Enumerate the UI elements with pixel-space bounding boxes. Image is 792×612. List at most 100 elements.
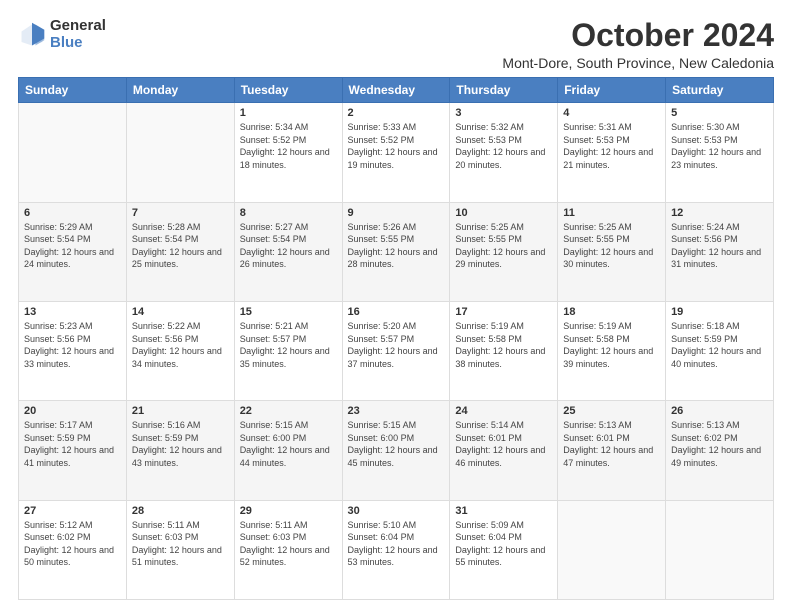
calendar-cell: 20 Sunrise: 5:17 AMSunset: 5:59 PMDayligh…: [19, 401, 127, 500]
day-info: Sunrise: 5:34 AMSunset: 5:52 PMDaylight:…: [240, 121, 337, 171]
day-info: Sunrise: 5:27 AMSunset: 5:54 PMDaylight:…: [240, 221, 337, 271]
day-info: Sunrise: 5:19 AMSunset: 5:58 PMDaylight:…: [455, 320, 552, 370]
day-info: Sunrise: 5:15 AMSunset: 6:00 PMDaylight:…: [348, 419, 445, 469]
calendar-cell: 25 Sunrise: 5:13 AMSunset: 6:01 PMDayligh…: [558, 401, 666, 500]
day-number: 18: [563, 306, 660, 318]
day-number: 9: [348, 207, 445, 219]
calendar-week-4: 20 Sunrise: 5:17 AMSunset: 5:59 PMDayligh…: [19, 401, 774, 500]
calendar-cell: 4 Sunrise: 5:31 AMSunset: 5:53 PMDaylight…: [558, 103, 666, 202]
day-number: 30: [348, 505, 445, 517]
day-info: Sunrise: 5:20 AMSunset: 5:57 PMDaylight:…: [348, 320, 445, 370]
calendar-cell: 6 Sunrise: 5:29 AMSunset: 5:54 PMDaylight…: [19, 202, 127, 301]
day-number: 16: [348, 306, 445, 318]
day-number: 6: [24, 207, 121, 219]
calendar-cell: 2 Sunrise: 5:33 AMSunset: 5:52 PMDaylight…: [342, 103, 450, 202]
day-info: Sunrise: 5:17 AMSunset: 5:59 PMDaylight:…: [24, 419, 121, 469]
calendar-cell: 30 Sunrise: 5:10 AMSunset: 6:04 PMDayligh…: [342, 500, 450, 599]
logo: General Blue: [18, 18, 106, 51]
calendar-cell: [558, 500, 666, 599]
day-info: Sunrise: 5:30 AMSunset: 5:53 PMDaylight:…: [671, 121, 768, 171]
calendar-week-3: 13Sunrise: 5:23 AMSunset: 5:56 PMDayligh…: [19, 301, 774, 400]
calendar-cell: [126, 103, 234, 202]
day-info: Sunrise: 5:33 AMSunset: 5:52 PMDaylight:…: [348, 121, 445, 171]
calendar-cell: 13Sunrise: 5:23 AMSunset: 5:56 PMDayligh…: [19, 301, 127, 400]
day-number: 4: [563, 107, 660, 119]
calendar-cell: 17 Sunrise: 5:19 AMSunset: 5:58 PMDayligh…: [450, 301, 558, 400]
day-info: Sunrise: 5:09 AMSunset: 6:04 PMDaylight:…: [455, 519, 552, 569]
day-number: 12: [671, 207, 768, 219]
day-info: Sunrise: 5:32 AMSunset: 5:53 PMDaylight:…: [455, 121, 552, 171]
day-number: 27: [24, 505, 121, 517]
calendar-cell: 21Sunrise: 5:16 AMSunset: 5:59 PMDayligh…: [126, 401, 234, 500]
day-number: 10: [455, 207, 552, 219]
day-info: Sunrise: 5:23 AMSunset: 5:56 PMDaylight:…: [24, 320, 121, 370]
calendar-cell: 7Sunrise: 5:28 AMSunset: 5:54 PMDaylight…: [126, 202, 234, 301]
calendar-cell: [666, 500, 774, 599]
day-number: 15: [240, 306, 337, 318]
day-number: 1: [240, 107, 337, 119]
day-number: 29: [240, 505, 337, 517]
calendar-cell: 28 Sunrise: 5:11 AMSunset: 6:03 PMDayligh…: [126, 500, 234, 599]
weekday-header-monday: Monday: [126, 78, 234, 103]
page: General Blue October 2024 Mont-Dore, Sou…: [0, 0, 792, 612]
day-number: 17: [455, 306, 552, 318]
weekday-header-thursday: Thursday: [450, 78, 558, 103]
calendar-cell: 10 Sunrise: 5:25 AMSunset: 5:55 PMDayligh…: [450, 202, 558, 301]
day-info: Sunrise: 5:25 AMSunset: 5:55 PMDaylight:…: [563, 221, 660, 271]
day-number: 5: [671, 107, 768, 119]
calendar-cell: 3 Sunrise: 5:32 AMSunset: 5:53 PMDaylight…: [450, 103, 558, 202]
day-info: Sunrise: 5:31 AMSunset: 5:53 PMDaylight:…: [563, 121, 660, 171]
calendar-cell: 23Sunrise: 5:15 AMSunset: 6:00 PMDayligh…: [342, 401, 450, 500]
calendar-cell: 9 Sunrise: 5:26 AMSunset: 5:55 PMDaylight…: [342, 202, 450, 301]
weekday-header-sunday: Sunday: [19, 78, 127, 103]
calendar-cell: 22 Sunrise: 5:15 AMSunset: 6:00 PMDayligh…: [234, 401, 342, 500]
day-number: 2: [348, 107, 445, 119]
month-title: October 2024: [502, 18, 774, 53]
calendar-week-1: 1 Sunrise: 5:34 AMSunset: 5:52 PMDaylight…: [19, 103, 774, 202]
day-info: Sunrise: 5:18 AMSunset: 5:59 PMDaylight:…: [671, 320, 768, 370]
logo-general: General: [50, 18, 106, 35]
calendar-cell: 24 Sunrise: 5:14 AMSunset: 6:01 PMDayligh…: [450, 401, 558, 500]
logo-blue: Blue: [50, 35, 106, 52]
day-info: Sunrise: 5:21 AMSunset: 5:57 PMDaylight:…: [240, 320, 337, 370]
calendar-cell: [19, 103, 127, 202]
calendar-cell: 5 Sunrise: 5:30 AMSunset: 5:53 PMDaylight…: [666, 103, 774, 202]
day-info: Sunrise: 5:15 AMSunset: 6:00 PMDaylight:…: [240, 419, 337, 469]
day-info: Sunrise: 5:26 AMSunset: 5:55 PMDaylight:…: [348, 221, 445, 271]
weekday-header-saturday: Saturday: [666, 78, 774, 103]
day-number: 28: [132, 505, 229, 517]
weekday-header-friday: Friday: [558, 78, 666, 103]
day-number: 24: [455, 405, 552, 417]
logo-icon: [18, 21, 46, 49]
calendar-cell: 27Sunrise: 5:12 AMSunset: 6:02 PMDayligh…: [19, 500, 127, 599]
day-number: 22: [240, 405, 337, 417]
day-number: 20: [24, 405, 121, 417]
day-number: 26: [671, 405, 768, 417]
calendar-cell: 14 Sunrise: 5:22 AMSunset: 5:56 PMDayligh…: [126, 301, 234, 400]
logo-text: General Blue: [50, 18, 106, 51]
location-subtitle: Mont-Dore, South Province, New Caledonia: [502, 55, 774, 71]
calendar-cell: 12 Sunrise: 5:24 AMSunset: 5:56 PMDayligh…: [666, 202, 774, 301]
day-number: 31: [455, 505, 552, 517]
day-info: Sunrise: 5:14 AMSunset: 6:01 PMDaylight:…: [455, 419, 552, 469]
day-number: 3: [455, 107, 552, 119]
calendar-table: SundayMondayTuesdayWednesdayThursdayFrid…: [18, 77, 774, 600]
day-info: Sunrise: 5:25 AMSunset: 5:55 PMDaylight:…: [455, 221, 552, 271]
day-info: Sunrise: 5:10 AMSunset: 6:04 PMDaylight:…: [348, 519, 445, 569]
weekday-header-tuesday: Tuesday: [234, 78, 342, 103]
day-info: Sunrise: 5:11 AMSunset: 6:03 PMDaylight:…: [240, 519, 337, 569]
day-info: Sunrise: 5:22 AMSunset: 5:56 PMDaylight:…: [132, 320, 229, 370]
day-info: Sunrise: 5:24 AMSunset: 5:56 PMDaylight:…: [671, 221, 768, 271]
day-number: 25: [563, 405, 660, 417]
day-info: Sunrise: 5:29 AMSunset: 5:54 PMDaylight:…: [24, 221, 121, 271]
day-info: Sunrise: 5:11 AMSunset: 6:03 PMDaylight:…: [132, 519, 229, 569]
day-info: Sunrise: 5:13 AMSunset: 6:02 PMDaylight:…: [671, 419, 768, 469]
day-info: Sunrise: 5:28 AMSunset: 5:54 PMDaylight:…: [132, 221, 229, 271]
calendar-cell: 11Sunrise: 5:25 AMSunset: 5:55 PMDayligh…: [558, 202, 666, 301]
title-block: October 2024 Mont-Dore, South Province, …: [502, 18, 774, 71]
calendar-cell: 31 Sunrise: 5:09 AMSunset: 6:04 PMDayligh…: [450, 500, 558, 599]
day-info: Sunrise: 5:13 AMSunset: 6:01 PMDaylight:…: [563, 419, 660, 469]
day-number: 14: [132, 306, 229, 318]
calendar-cell: 26 Sunrise: 5:13 AMSunset: 6:02 PMDayligh…: [666, 401, 774, 500]
calendar-cell: 8Sunrise: 5:27 AMSunset: 5:54 PMDaylight…: [234, 202, 342, 301]
